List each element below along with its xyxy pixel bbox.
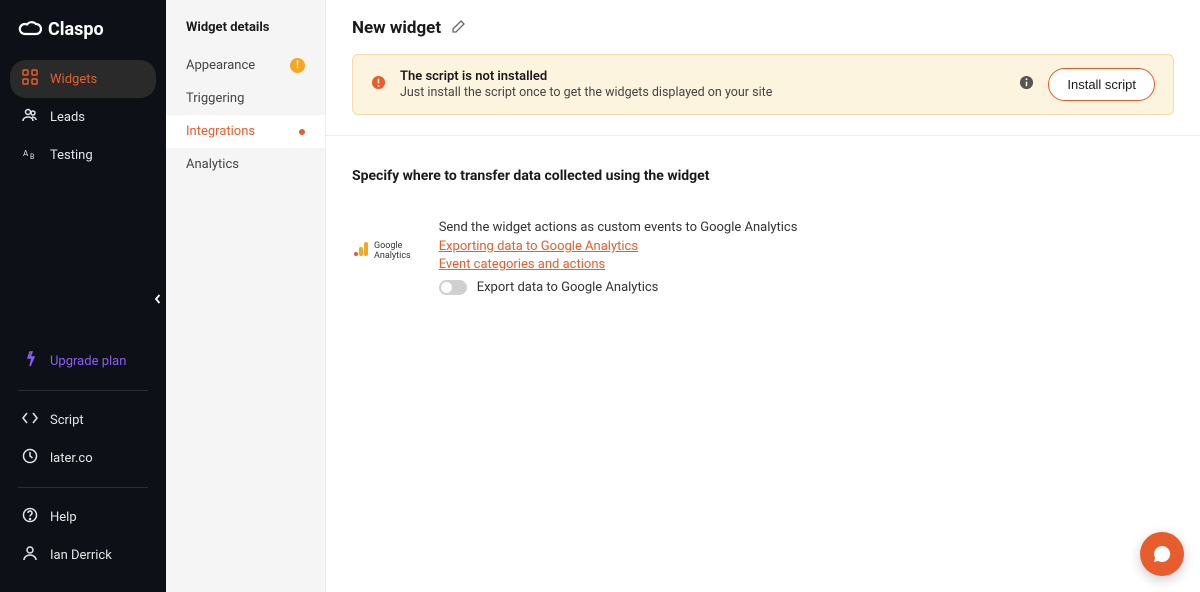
sec-item-appearance[interactable]: Appearance ! xyxy=(166,49,325,82)
logo[interactable]: Claspo xyxy=(0,0,166,60)
logo-icon xyxy=(18,18,42,40)
nav-label: later.co xyxy=(50,451,93,466)
sec-item-triggering[interactable]: Triggering xyxy=(166,82,325,115)
toggle-label: Export data to Google Analytics xyxy=(477,280,659,295)
sec-item-label: Triggering xyxy=(186,91,244,106)
install-script-banner: The script is not installed Just install… xyxy=(352,54,1174,115)
nav-label: Widgets xyxy=(50,72,97,87)
edit-icon[interactable] xyxy=(451,19,465,38)
user-icon xyxy=(22,545,38,565)
nav-label: Testing xyxy=(50,148,93,163)
nav-script[interactable]: Script xyxy=(10,401,156,439)
install-script-button[interactable]: Install script xyxy=(1048,68,1155,101)
divider xyxy=(18,390,148,391)
nav-domain[interactable]: later.co xyxy=(10,439,156,477)
ga-brand-line2: Analytics xyxy=(374,251,411,261)
page-header: New widget xyxy=(326,0,1200,54)
nav-label: Ian Derrick xyxy=(50,548,112,563)
sec-item-label: Analytics xyxy=(186,157,239,172)
divider xyxy=(18,487,148,488)
nav-leads[interactable]: Leads xyxy=(10,98,156,136)
sec-item-label: Integrations xyxy=(186,124,255,139)
warning-badge-icon: ! xyxy=(290,58,305,73)
nav-label: Help xyxy=(50,510,77,525)
sec-item-integrations[interactable]: Integrations xyxy=(166,115,325,148)
main-sidebar: Claspo Widgets Leads AB Testing Upgrade … xyxy=(0,0,166,592)
link-exporting-data[interactable]: Exporting data to Google Analytics xyxy=(439,239,1174,254)
ga-brand: Google Analytics xyxy=(352,240,411,262)
sec-item-label: Appearance xyxy=(186,58,255,73)
active-dot-icon xyxy=(299,129,305,135)
nav-upgrade[interactable]: Upgrade plan xyxy=(10,342,156,380)
clock-icon xyxy=(22,448,38,468)
alert-icon xyxy=(371,75,386,94)
chat-bubble-button[interactable] xyxy=(1140,532,1184,576)
svg-text:A: A xyxy=(23,149,29,158)
main-content: New widget The script is not installed J… xyxy=(326,0,1200,592)
nav-testing[interactable]: AB Testing xyxy=(10,136,156,174)
secondary-sidebar: Widget details Appearance ! Triggering I… xyxy=(166,0,326,592)
toggle-export-ga[interactable] xyxy=(439,280,467,295)
nav-widgets[interactable]: Widgets xyxy=(10,60,156,98)
logo-text: Claspo xyxy=(48,19,104,40)
nav-label: Leads xyxy=(50,110,85,125)
upgrade-icon xyxy=(22,351,38,371)
info-icon[interactable] xyxy=(1019,75,1034,94)
svg-text:B: B xyxy=(30,153,34,161)
ga-description: Send the widget actions as custom events… xyxy=(439,220,1174,235)
link-event-categories[interactable]: Event categories and actions xyxy=(439,257,1174,272)
nav-label: Script xyxy=(50,413,84,428)
nav-user[interactable]: Ian Derrick xyxy=(10,536,156,574)
google-analytics-icon xyxy=(352,240,370,262)
nav-label: Upgrade plan xyxy=(50,354,126,369)
banner-desc: Just install the script once to get the … xyxy=(400,85,1005,100)
help-icon xyxy=(22,507,38,527)
leads-icon xyxy=(22,107,38,127)
page-title: New widget xyxy=(352,18,441,38)
sec-item-analytics[interactable]: Analytics xyxy=(166,148,325,181)
ga-brand-line1: Google xyxy=(374,241,411,251)
script-icon xyxy=(22,410,38,430)
nav-help[interactable]: Help xyxy=(10,498,156,536)
section-title: Specify where to transfer data collected… xyxy=(352,168,1174,184)
sec-sidebar-title: Widget details xyxy=(166,0,325,49)
widgets-icon xyxy=(22,69,38,89)
integration-google-analytics: Google Analytics Send the widget actions… xyxy=(352,220,1174,295)
collapse-sidebar-button[interactable] xyxy=(149,290,167,308)
banner-title: The script is not installed xyxy=(400,69,1005,84)
testing-icon: AB xyxy=(22,145,38,165)
